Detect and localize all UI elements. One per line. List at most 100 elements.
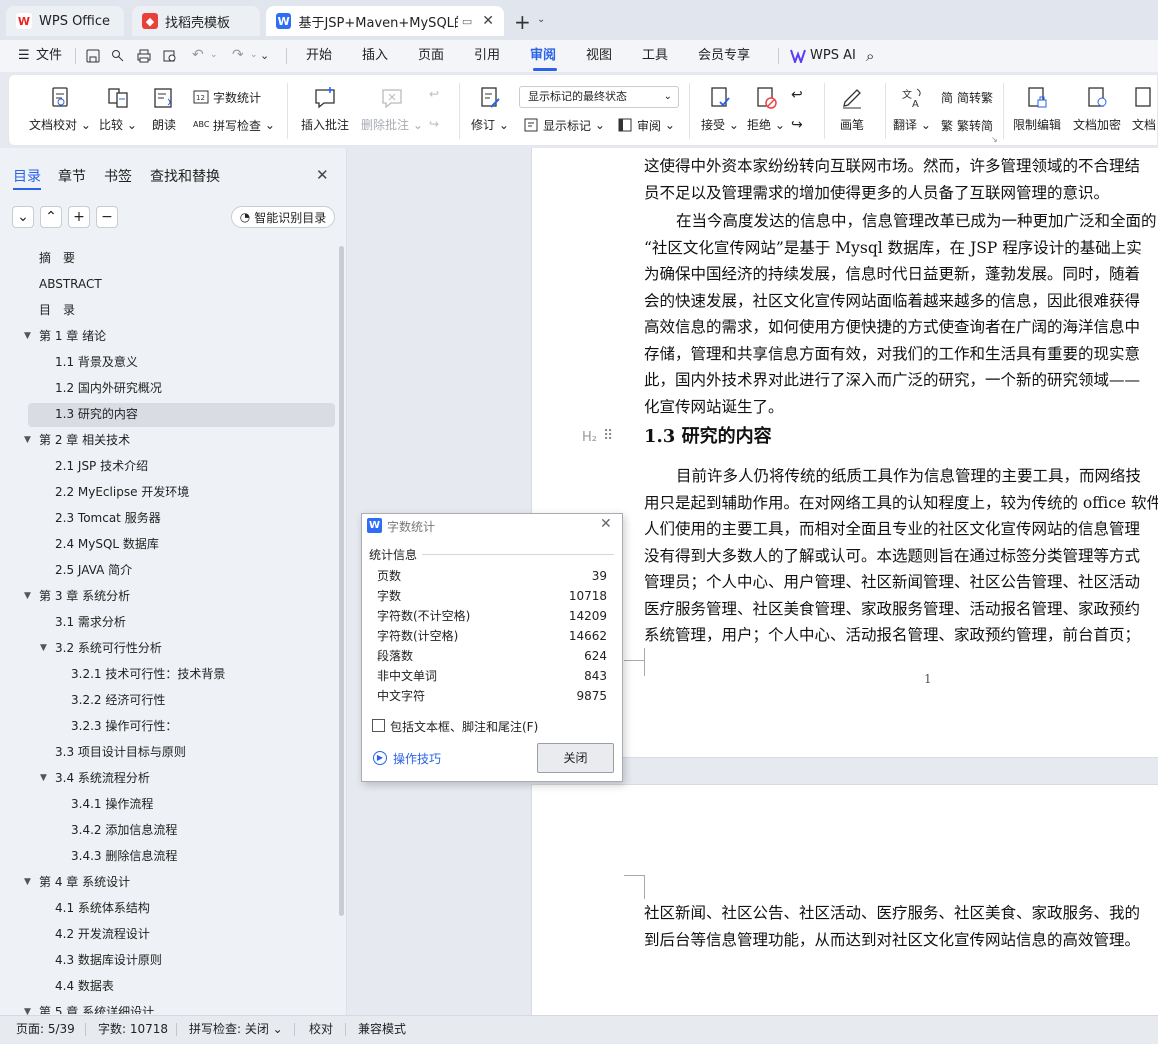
collapse-arrow-icon[interactable]: ▼ (24, 591, 31, 601)
review-pane-button[interactable]: 审阅 ⌄ (617, 115, 675, 135)
toc-item[interactable]: 1.1 背景及意义 (55, 350, 138, 374)
include-checkbox[interactable] (372, 719, 385, 732)
collapse-up-button[interactable]: ⌃ (40, 206, 62, 228)
compare-button[interactable]: 比较 ⌄ (99, 85, 137, 133)
hamburger-icon[interactable]: ☰ (18, 40, 30, 72)
tab-template[interactable]: ◆ 找稻壳模板 (132, 6, 260, 36)
toc-item[interactable]: 4.2 开发流程设计 (55, 922, 150, 946)
page-indicator[interactable]: 页面: 5/39 (16, 1016, 75, 1044)
tab-chapter[interactable]: 章节 (58, 166, 86, 186)
chevron-down-icon[interactable]: ⌄ (210, 50, 218, 60)
more-dropdown-icon[interactable]: ⌄ (260, 49, 269, 62)
toc-item[interactable]: 目 录 (39, 298, 75, 322)
toc-item[interactable]: 3.4.1 操作流程 (71, 792, 153, 816)
menu-insert[interactable]: 插入 (362, 40, 388, 72)
link-icon[interactable] (110, 48, 126, 64)
word-count-indicator[interactable]: 字数: 10718 (98, 1016, 168, 1044)
print-preview-icon[interactable] (162, 48, 178, 64)
proofread-button[interactable]: 文档校对 ⌄ (29, 85, 91, 133)
close-tab-icon[interactable]: ✕ (482, 13, 494, 29)
toc-item[interactable]: 3.4.3 删除信息流程 (71, 844, 177, 868)
encrypt-document-button[interactable]: 文档加密 (1073, 85, 1121, 133)
toc-item[interactable]: 3.2.1 技术可行性：技术背景 (71, 662, 225, 686)
proofread-indicator[interactable]: 校对 (309, 1016, 333, 1044)
toc-item[interactable]: 2.4 MySQL 数据库 (55, 532, 159, 556)
toc-item[interactable]: 第 1 章 绪论 (39, 324, 106, 348)
word-count-button[interactable]: 12 字数统计 (193, 87, 261, 107)
toc-item[interactable]: 3.2 系统可行性分析 (55, 636, 162, 660)
toc-item[interactable]: 4.4 数据表 (55, 974, 114, 998)
menu-tools[interactable]: 工具 (642, 40, 668, 72)
add-heading-button[interactable]: + (68, 206, 90, 228)
toc-item[interactable]: 1.3 研究的内容 (55, 402, 138, 426)
reject-button[interactable]: 拒绝 ⌄ (747, 85, 785, 133)
toc-item[interactable]: 第 4 章 系统设计 (39, 870, 130, 894)
tips-link[interactable]: 操作技巧 (393, 750, 441, 767)
collapse-arrow-icon[interactable]: ▼ (24, 435, 31, 445)
previous-comment-icon[interactable]: ↩ (429, 87, 439, 101)
next-change-icon[interactable]: ↪ (791, 117, 803, 133)
search-icon[interactable]: ⌕ (866, 47, 874, 65)
delete-comment-button[interactable]: 删除批注 ⌄ (361, 85, 423, 133)
expand-down-button[interactable]: ⌄ (12, 206, 34, 228)
close-panel-icon[interactable]: ✕ (316, 166, 329, 184)
read-aloud-button[interactable]: 朗读 (151, 85, 177, 133)
close-button[interactable]: 关闭 (537, 743, 614, 773)
toc-item[interactable]: 3.3 项目设计目标与原则 (55, 740, 186, 764)
toc-item[interactable]: 2.5 JAVA 简介 (55, 558, 132, 582)
toc-item[interactable]: 第 2 章 相关技术 (39, 428, 130, 452)
menu-file[interactable]: 文件 (36, 40, 62, 72)
accept-button[interactable]: 接受 ⌄ (701, 85, 739, 133)
redo-icon[interactable]: ↷ (232, 47, 244, 63)
menu-start[interactable]: 开始 (306, 40, 332, 72)
collapse-arrow-icon[interactable]: ▼ (24, 877, 31, 887)
remove-heading-button[interactable]: − (96, 206, 118, 228)
show-markup-button[interactable]: 显示标记 ⌄ (523, 115, 605, 135)
toc-item[interactable]: 3.2.3 操作可行性： (71, 714, 177, 738)
toc-item[interactable]: 4.1 系统体系结构 (55, 896, 150, 920)
toc-item[interactable]: 2.3 Tomcat 服务器 (55, 506, 161, 530)
menu-view[interactable]: 视图 (586, 40, 612, 72)
traditional-to-simplified-button[interactable]: 繁 繁转简 (941, 115, 993, 135)
tab-find-replace[interactable]: 查找和替换 (150, 166, 220, 186)
collapse-arrow-icon[interactable]: ▼ (40, 643, 47, 653)
undo-icon[interactable]: ↶ (192, 47, 204, 63)
dialog-titlebar[interactable]: W 字数统计 ✕ (362, 514, 622, 538)
menu-page[interactable]: 页面 (418, 40, 444, 72)
track-changes-button[interactable]: 修订 ⌄ (471, 85, 509, 133)
pen-button[interactable]: 画笔 (839, 85, 865, 133)
tab-toc[interactable]: 目录 (13, 166, 41, 186)
menu-reference[interactable]: 引用 (474, 40, 500, 72)
expand-corner-icon[interactable]: ↘ (991, 135, 998, 144)
toc-item[interactable]: 3.4.2 添加信息流程 (71, 818, 177, 842)
smart-toc-button[interactable]: ◔ 智能识别目录 (231, 206, 335, 228)
tab-bookmark[interactable]: 书签 (104, 166, 132, 186)
insert-comment-button[interactable]: 插入批注 (301, 85, 349, 133)
print-icon[interactable] (136, 48, 152, 64)
toc-item[interactable]: ABSTRACT (39, 272, 102, 296)
menu-member[interactable]: 会员专享 (698, 40, 750, 72)
toc-item[interactable]: 3.1 需求分析 (55, 610, 126, 634)
toc-item[interactable]: 摘 要 (39, 246, 75, 270)
markup-state-dropdown[interactable]: 显示标记的最终状态 ⌄ (519, 86, 679, 108)
toc-item[interactable]: 2.2 MyEclipse 开发环境 (55, 480, 189, 504)
toc-item[interactable]: 2.1 JSP 技术介绍 (55, 454, 148, 478)
tab-document[interactable]: W 基于JSP+Maven+MySQL的社 ▭ ✕ (266, 6, 504, 36)
toc-item[interactable]: 3.4 系统流程分析 (55, 766, 150, 790)
document-more-button[interactable]: 文档 (1131, 85, 1157, 133)
new-tab-icon[interactable]: + (514, 10, 531, 34)
save-icon[interactable] (85, 48, 101, 64)
toc-item[interactable]: 第 5 章 系统详细设计 (39, 1000, 154, 1014)
toc-item[interactable]: 4.3 数据库设计原则 (55, 948, 162, 972)
chevron-down-icon[interactable]: ⌄ (250, 50, 258, 60)
collapse-arrow-icon[interactable]: ▼ (40, 773, 47, 783)
spell-check-button[interactable]: ABC 拼写检查 ⌄ (193, 115, 275, 135)
drag-handle-icon[interactable]: ⠿ (603, 428, 613, 444)
toc-item[interactable]: 第 3 章 系统分析 (39, 584, 130, 608)
restrict-editing-button[interactable]: 限制编辑 (1013, 85, 1061, 133)
panel-scrollbar[interactable] (339, 246, 344, 916)
simplified-to-traditional-button[interactable]: 简 简转繁 (941, 87, 993, 107)
chevron-down-icon[interactable]: ⌄ (537, 14, 545, 25)
spell-check-indicator[interactable]: 拼写检查: 关闭 ⌄ (189, 1016, 283, 1044)
menu-wps-ai[interactable]: WPS AI (810, 40, 856, 72)
